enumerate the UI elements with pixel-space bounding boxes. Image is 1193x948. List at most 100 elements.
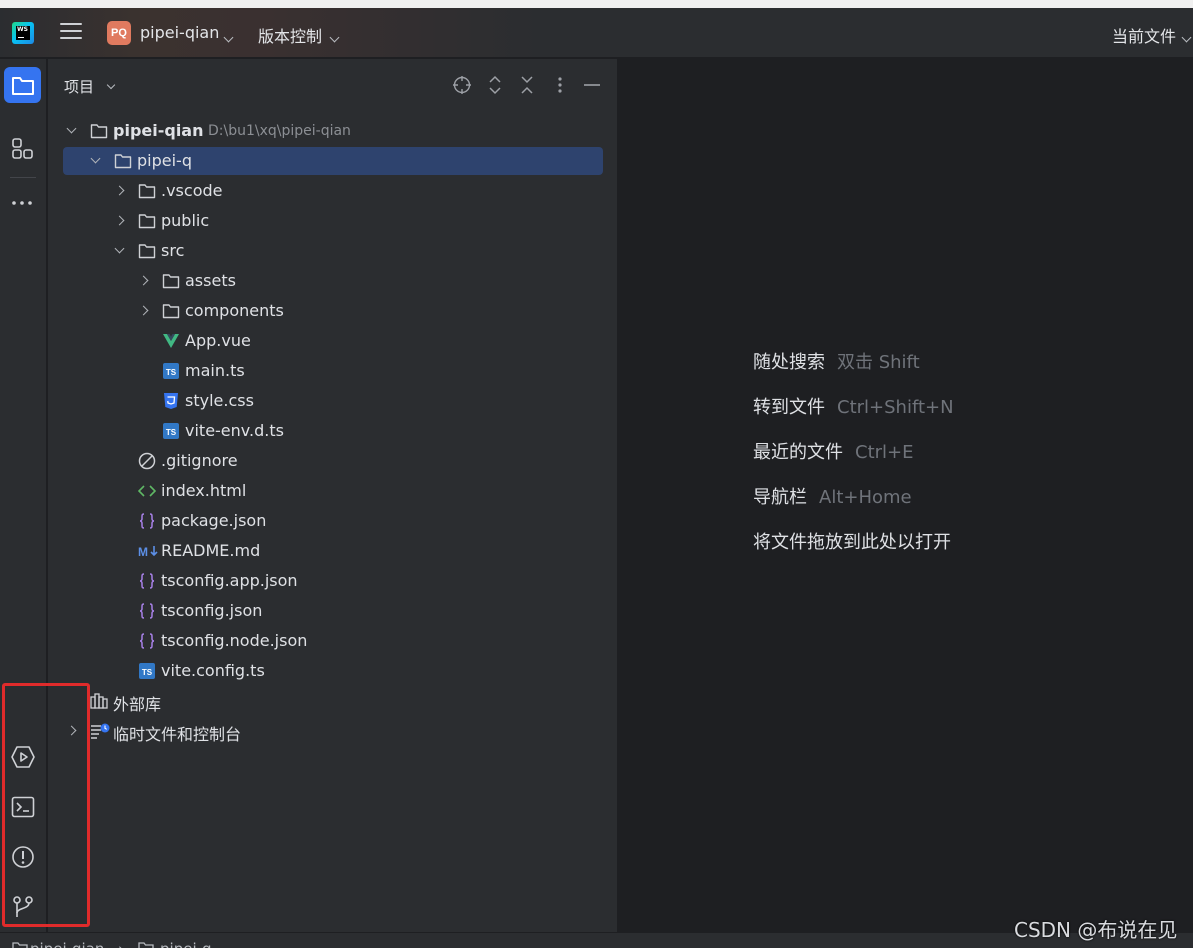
- tree-item-label: src: [161, 241, 185, 260]
- tree-item-label: pipei-q: [137, 151, 192, 170]
- hint-shortcut: 双击 Shift: [837, 352, 920, 373]
- options-menu-icon[interactable]: [550, 75, 570, 95]
- tree-row[interactable]: App.vue: [48, 326, 618, 356]
- markdown-file-icon: M: [138, 542, 158, 560]
- tree-item-label: vite-env.d.ts: [185, 421, 284, 440]
- folder-icon: [114, 152, 132, 170]
- tree-row[interactable]: assets: [48, 266, 618, 296]
- folder-icon: [12, 942, 28, 948]
- run-config-selector[interactable]: 当前文件: [1112, 23, 1176, 47]
- folder-icon: [138, 212, 156, 230]
- html-file-icon: [137, 482, 157, 500]
- tree-row[interactable]: TS vite.config.ts: [48, 656, 618, 686]
- folder-icon: [90, 122, 108, 140]
- chevron-down-icon[interactable]: [106, 80, 116, 90]
- project-switcher[interactable]: pipei-qian: [140, 23, 219, 42]
- typescript-file-icon: TS: [162, 362, 180, 380]
- json-file-icon: [138, 602, 156, 620]
- vue-file-icon: [162, 332, 180, 350]
- vcs-menu[interactable]: 版本控制: [258, 23, 322, 47]
- hint-label: 最近的文件: [753, 442, 843, 463]
- project-badge[interactable]: PQ: [107, 21, 131, 45]
- project-panel: 项目 pipei-qian D:\bu1\xq\pipei-qian pipei-q…: [48, 59, 618, 932]
- project-tool-button[interactable]: [4, 67, 41, 103]
- tree-row[interactable]: package.json: [48, 506, 618, 536]
- tree-row[interactable]: .vscode: [48, 176, 618, 206]
- hide-panel-icon[interactable]: [582, 75, 602, 95]
- tree-item-label: pipei-qian: [113, 121, 204, 140]
- title-bar: WS PQ pipei-qian 版本控制 当前文件: [0, 8, 1193, 58]
- hint-label: 转到文件: [753, 397, 825, 418]
- structure-icon: [12, 138, 33, 159]
- tree-row[interactable]: TS vite-env.d.ts: [48, 416, 618, 446]
- chevron-down-icon[interactable]: [223, 32, 234, 43]
- tree-row[interactable]: TS main.ts: [48, 356, 618, 386]
- tree-item-label: 临时文件和控制台: [113, 725, 242, 744]
- main-menu-icon[interactable]: [60, 23, 82, 43]
- json-file-icon: [138, 512, 156, 530]
- tree-row[interactable]: public: [48, 206, 618, 236]
- library-icon: [90, 692, 108, 710]
- webstorm-logo-icon[interactable]: WS: [12, 22, 34, 44]
- ignore-file-icon: [138, 452, 156, 470]
- tree-row[interactable]: src: [48, 236, 618, 266]
- tree-row[interactable]: pipei-qian D:\bu1\xq\pipei-qian: [48, 116, 618, 146]
- expand-all-icon[interactable]: [485, 75, 505, 95]
- panel-title[interactable]: 项目: [64, 76, 94, 97]
- tree-row[interactable]: M README.md: [48, 536, 618, 566]
- editor-hint: 转到文件 Ctrl+Shift+N: [753, 393, 954, 419]
- editor-empty-area[interactable]: 随处搜索 双击 Shift 转到文件 Ctrl+Shift+N 最近的文件 Ctrl+E 导…: [619, 59, 1193, 932]
- tree-row[interactable]: .gitignore: [48, 446, 618, 476]
- tree-row[interactable]: 临时文件和控制台: [48, 716, 618, 746]
- tree-item-path: D:\bu1\xq\pipei-qian: [208, 123, 351, 139]
- chevron-right-icon[interactable]: [138, 275, 149, 286]
- more-tools-button[interactable]: [4, 180, 41, 216]
- tree-item-label: components: [185, 301, 284, 320]
- hint-label: 随处搜索: [753, 352, 825, 373]
- tree-row[interactable]: tsconfig.json: [48, 596, 618, 626]
- more-horizontal-icon: [12, 201, 32, 205]
- tree-item-label: .vscode: [161, 181, 223, 200]
- hint-shortcut: Ctrl+Shift+N: [837, 397, 954, 418]
- json-file-icon: [138, 572, 156, 590]
- breadcrumb-child[interactable]: pipei-q: [160, 940, 212, 948]
- tree-item-label: .gitignore: [161, 451, 238, 470]
- chevron-right-icon[interactable]: [114, 215, 125, 226]
- folder-icon: [138, 942, 154, 948]
- window-top-strip: [0, 0, 1193, 8]
- typescript-file-icon: TS: [162, 422, 180, 440]
- structure-tool-button[interactable]: [4, 130, 41, 166]
- chevron-down-icon[interactable]: [1181, 32, 1192, 43]
- chevron-down-icon[interactable]: [66, 123, 77, 134]
- svg-text:M: M: [138, 545, 148, 559]
- locate-file-icon[interactable]: [452, 75, 472, 95]
- tree-row[interactable]: tsconfig.node.json: [48, 626, 618, 656]
- toolstrip-divider: [10, 177, 36, 178]
- tree-item-label: vite.config.ts: [161, 661, 265, 680]
- tree-item-label: public: [161, 211, 210, 230]
- tree-row[interactable]: index.html: [48, 476, 618, 506]
- tree-item-label: README.md: [161, 541, 261, 560]
- tree-item-label: style.css: [185, 391, 254, 410]
- tree-item-label: tsconfig.json: [161, 601, 263, 620]
- tree-row[interactable]: tsconfig.app.json: [48, 566, 618, 596]
- folder-icon: [162, 302, 180, 320]
- chevron-right-icon[interactable]: [138, 305, 149, 316]
- tree-item-label: tsconfig.node.json: [161, 631, 308, 650]
- chevron-down-icon[interactable]: [114, 243, 125, 254]
- tree-row[interactable]: 外部库: [48, 686, 618, 716]
- typescript-file-icon: TS: [138, 662, 156, 680]
- svg-text:TS: TS: [166, 428, 177, 437]
- tree-row[interactable]: components: [48, 296, 618, 326]
- tree-row[interactable]: style.css: [48, 386, 618, 416]
- logo-text: WS: [16, 26, 30, 40]
- collapse-all-icon[interactable]: [517, 75, 537, 95]
- breadcrumb-root[interactable]: pipei-qian: [30, 940, 104, 948]
- tree-row[interactable]: pipei-q: [48, 146, 618, 176]
- chevron-down-icon[interactable]: [329, 32, 340, 43]
- tree-item-label: App.vue: [185, 331, 251, 350]
- folder-icon: [162, 272, 180, 290]
- scratches-icon: [90, 722, 110, 740]
- chevron-right-icon[interactable]: [114, 185, 125, 196]
- svg-text:TS: TS: [142, 668, 153, 677]
